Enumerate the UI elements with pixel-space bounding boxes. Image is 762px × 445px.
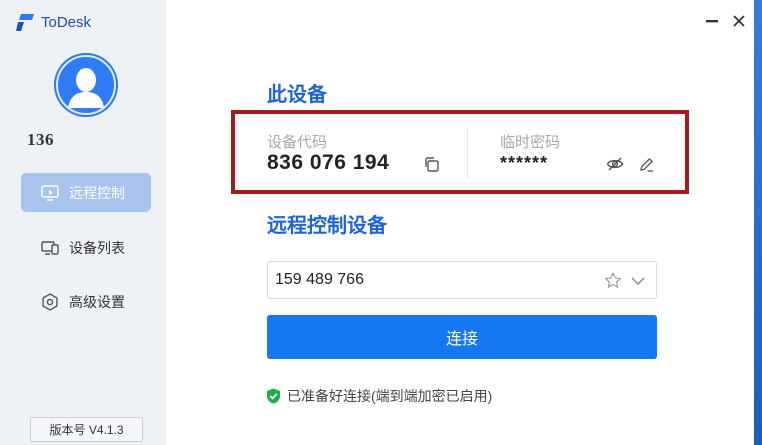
edit-icon bbox=[639, 157, 653, 172]
device-list-icon bbox=[41, 240, 59, 255]
remote-control-icon bbox=[41, 184, 59, 201]
copy-button[interactable] bbox=[422, 155, 440, 173]
version-label: 版本号 V4.1.3 bbox=[30, 417, 143, 442]
copy-icon bbox=[424, 156, 439, 172]
device-code-value: 836 076 194 bbox=[267, 151, 390, 174]
shield-check-icon bbox=[267, 388, 280, 404]
close-button[interactable] bbox=[730, 12, 748, 30]
temp-password-label: 临时密码 bbox=[500, 134, 561, 151]
temp-password-value: ****** bbox=[500, 153, 549, 173]
app-name: ToDesk bbox=[41, 14, 92, 31]
connect-button[interactable]: 连接 bbox=[267, 315, 657, 359]
user-id: 136 bbox=[27, 130, 54, 149]
star-icon bbox=[604, 272, 622, 288]
close-icon bbox=[733, 15, 745, 27]
sidebar-item-advanced-settings[interactable]: 高级设置 bbox=[21, 282, 151, 321]
minimize-button[interactable] bbox=[703, 12, 721, 30]
minimize-icon bbox=[706, 20, 718, 23]
chevron-down-icon bbox=[631, 277, 645, 286]
sidebar-item-label: 远程控制 bbox=[69, 184, 125, 201]
avatar[interactable] bbox=[54, 53, 118, 117]
sidebar: ToDesk 136 远程控制 设备列表 高级设置 版本号 V4.1.3 bbox=[0, 0, 166, 445]
connection-status: 已准备好连接(端到端加密已启用) bbox=[266, 386, 492, 406]
user-avatar-icon bbox=[54, 53, 118, 117]
sidebar-item-remote-control[interactable]: 远程控制 bbox=[21, 173, 151, 212]
divider bbox=[467, 128, 468, 178]
sidebar-item-label: 设备列表 bbox=[69, 239, 125, 256]
eye-off-icon bbox=[606, 157, 624, 171]
favorite-button[interactable] bbox=[604, 271, 622, 289]
todesk-window: ToDesk 136 远程控制 设备列表 高级设置 版本号 V4.1.3 此设备… bbox=[0, 0, 754, 445]
history-dropdown-button[interactable] bbox=[629, 272, 647, 290]
this-device-title: 此设备 bbox=[267, 84, 327, 106]
device-code-input[interactable] bbox=[275, 262, 595, 298]
settings-icon bbox=[42, 292, 58, 311]
todesk-logo-icon bbox=[16, 14, 34, 31]
device-code-label: 设备代码 bbox=[267, 134, 328, 151]
sidebar-item-label: 高级设置 bbox=[69, 293, 125, 310]
remote-control-title: 远程控制设备 bbox=[267, 215, 387, 237]
status-text: 已准备好连接(端到端加密已启用) bbox=[287, 388, 493, 404]
device-code-input-box bbox=[267, 261, 657, 299]
sidebar-item-device-list[interactable]: 设备列表 bbox=[21, 228, 151, 267]
toggle-visibility-button[interactable] bbox=[606, 155, 624, 173]
app-logo: ToDesk bbox=[15, 13, 91, 32]
edit-password-button[interactable] bbox=[637, 155, 655, 173]
desktop-background bbox=[754, 0, 762, 445]
